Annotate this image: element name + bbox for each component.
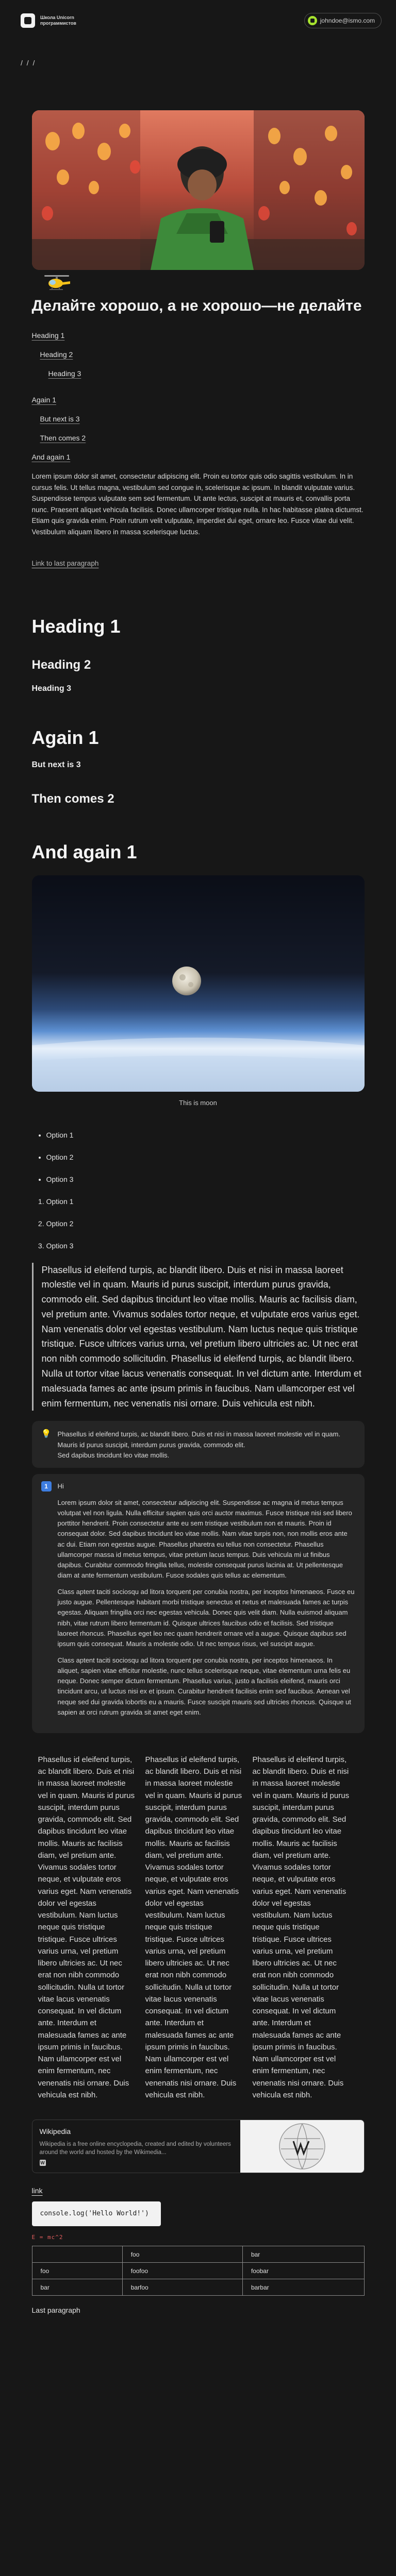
- bullet-list: Option 1 Option 2 Option 3: [32, 1130, 365, 1185]
- callout-numbered: 1 Hi Lorem ipsum dolor sit amet, consect…: [31, 1473, 365, 1733]
- table-of-contents: Heading 1 Heading 2 Heading 3 Again 1 Bu…: [32, 330, 365, 463]
- link-label[interactable]: link: [32, 2185, 365, 2196]
- logo-icon: [21, 13, 35, 28]
- site-header: Школа Unicorn программистов johndoe@ismo…: [0, 0, 396, 41]
- wikipedia-logo-icon: [240, 2120, 364, 2173]
- toc-item-heading-2[interactable]: Heading 2: [40, 349, 365, 360]
- heading-and-again-1: And again 1: [31, 841, 137, 862]
- list-item: Option 1: [46, 1196, 365, 1207]
- heading-2: Heading 2: [31, 658, 91, 672]
- hero-image: [31, 110, 365, 270]
- simple-table: foo bar foo foofoo foobar bar barfoo bar…: [31, 2246, 365, 2296]
- brand[interactable]: Школа Unicorn программистов: [21, 13, 87, 28]
- link-to-last-paragraph[interactable]: Link to last paragraph: [32, 558, 99, 569]
- wikipedia-favicon-icon: W: [39, 2160, 46, 2166]
- lightbulb-icon: 💡: [41, 1430, 52, 1439]
- callout-paragraph: Class aptent taciti sociosqu ad litora t…: [57, 1588, 355, 1648]
- intro-paragraph: Lorem ipsum dolor sit amet, consectetur …: [31, 472, 364, 536]
- heading-then-comes-2: Then comes 2: [31, 792, 114, 806]
- callout-text: Sed dapibus tincidunt leo vitae mollis.: [57, 1451, 170, 1459]
- toc-item-and-again-1[interactable]: And again 1: [32, 452, 365, 463]
- breadcrumb[interactable]: / / /: [0, 41, 396, 77]
- list-item: Option 2: [46, 1152, 365, 1163]
- toc-item-then-2[interactable]: Then comes 2: [40, 433, 365, 444]
- helicopter-icon: [41, 273, 72, 293]
- toc-item-heading-1[interactable]: Heading 1: [32, 330, 365, 341]
- list-item: Option 2: [46, 1218, 365, 1229]
- three-columns: Phasellus id eleifend turpis, ac blandit…: [32, 1754, 365, 2101]
- page-title: Делайте хорошо, а не хорошо—не делайте: [31, 297, 362, 314]
- table-row: foo bar: [31, 2246, 365, 2263]
- account-icon: [307, 16, 317, 25]
- table-row: foo foofoo foobar: [31, 2262, 365, 2280]
- inline-code: E = mc^2: [31, 2233, 63, 2241]
- column-text: Phasellus id eleifend turpis, ac blandit…: [145, 1755, 242, 2099]
- code-block: console.log('Hello World!'): [31, 2201, 161, 2226]
- toc-item-heading-3[interactable]: Heading 3: [48, 368, 365, 379]
- bookmark-description: Wikipedia is a free online encyclopedia,…: [39, 2141, 231, 2156]
- quote-block: Phasellus id eleifend turpis, ac blandit…: [31, 1262, 365, 1411]
- list-item: Option 1: [46, 1130, 365, 1141]
- callout-title: Hi: [57, 1482, 64, 1490]
- brand-name: Школа Unicorn программистов: [40, 14, 76, 26]
- account-button[interactable]: johndoe@ismo.com: [304, 13, 382, 28]
- article: Делайте хорошо, а не хорошо—не делайте H…: [31, 110, 365, 2357]
- moon-image: [31, 875, 365, 1092]
- column-text: Phasellus id eleifend turpis, ac blandit…: [38, 1755, 135, 2099]
- bookmark-card[interactable]: Wikipedia Wikipedia is a free online enc…: [31, 2120, 365, 2174]
- moon-caption: This is moon: [179, 1099, 217, 1107]
- list-item: Option 3: [46, 1174, 365, 1185]
- column-text: Phasellus id eleifend turpis, ac blandit…: [252, 1755, 350, 2099]
- callout-paragraph: Lorem ipsum dolor sit amet, consectetur …: [57, 1499, 352, 1580]
- toc-item-again-1[interactable]: Again 1: [32, 395, 365, 405]
- callout-lightbulb: 💡 Phasellus id eleifend turpis, ac bland…: [31, 1421, 365, 1468]
- heading-1: Heading 1: [31, 615, 121, 637]
- number-one-icon: 1: [41, 1481, 52, 1492]
- heading-again-1: Again 1: [31, 727, 99, 748]
- callout-paragraph: Class aptent taciti sociosqu ad litora t…: [57, 1656, 351, 1716]
- last-paragraph: Last paragraph: [31, 2306, 80, 2315]
- heading-3: Heading 3: [31, 684, 71, 693]
- heading-but-next-3: But next is 3: [31, 760, 81, 769]
- table-row: bar barfoo barbar: [31, 2279, 365, 2296]
- numbered-list: Option 1 Option 2 Option 3: [32, 1196, 365, 1251]
- callout-text: Phasellus id eleifend turpis, ac blandit…: [57, 1430, 340, 1449]
- toc-item-next-3[interactable]: But next is 3: [40, 414, 365, 425]
- account-email: johndoe@ismo.com: [320, 17, 375, 24]
- list-item: Option 3: [46, 1241, 365, 1251]
- bookmark-title: Wikipedia: [39, 2127, 71, 2136]
